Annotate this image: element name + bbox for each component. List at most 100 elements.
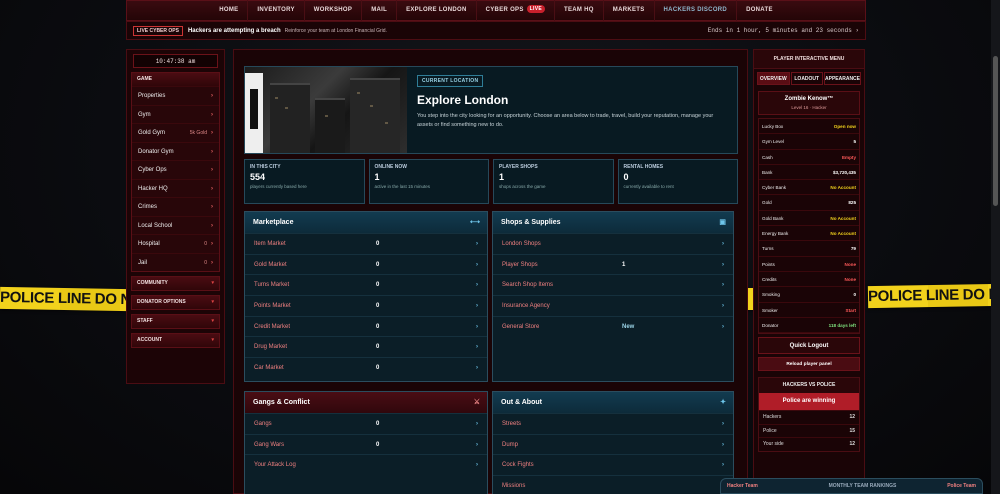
live-badge: LIVE [526,5,545,14]
sidebar-section-header[interactable]: COMMUNITY ▾ [132,277,219,290]
stat-player-shops: PLAYER SHOPS 1 shops across the game [493,159,614,204]
nav-hackers-discord[interactable]: HACKERS DISCORD [655,0,738,21]
sidebar-section-header[interactable]: ACCOUNT ▾ [132,334,219,347]
card-row-london-shops[interactable]: London Shops › [493,233,733,254]
card-row-gangs[interactable]: Gangs 0 › [245,413,487,434]
player-stat-energy-bank[interactable]: Energy Bank No Account [759,226,859,242]
player-profile[interactable]: Zombie Kenow™ Level 16 · Hacker [758,91,860,115]
card-row-value [376,455,476,475]
chevron-right-icon: › [722,261,724,268]
card-header: Shops & Supplies ▣ [493,212,733,233]
card-row-label: Insurance Agency [502,303,550,310]
player-stat-bank[interactable]: Bank $3,720,435 [759,165,859,181]
sidebar-item-local-school[interactable]: Local School › [132,215,219,235]
hvp-row-value: 15 [849,427,855,434]
sidebar-item-cyber-ops[interactable]: Cyber Ops › [132,160,219,179]
player-stat-donator[interactable]: Donator 118 days left [759,318,859,334]
card-row-gang-wars[interactable]: Gang Wars 0 › [245,433,487,455]
sidebar-item-gym[interactable]: Gym › [132,104,219,124]
player-stat-cash[interactable]: Cash Empty [759,150,859,165]
card-row-missions[interactable]: Missions› [493,475,733,494]
card-title: Gangs & Conflict [253,399,310,406]
card-row-your-attack-log[interactable]: Your Attack Log › [245,454,487,475]
player-stat-gym-level[interactable]: Gym Level 5 [759,134,859,150]
ticker-headline: Hackers are attempting a breach [187,27,281,34]
quick-logout-button[interactable]: Quick Logout [758,337,860,355]
sidebar-section-header[interactable]: DONATOR OPTIONS ▾ [132,296,219,309]
card-row-car-market[interactable]: Car Market 0 › [245,357,487,378]
nav-label: EXPLORE LONDON [406,7,467,13]
player-stat-cyber-bank[interactable]: Cyber Bank No Account [759,180,859,196]
chevron-right-icon: › [722,421,724,427]
chevron-right-icon: › [211,222,213,229]
nav-cyber-ops[interactable]: CYBER OPS LIVE [477,0,555,21]
sidebar-item-hacker-hq[interactable]: Hacker HQ › [132,178,219,198]
sidebar-item-label: Crimes [138,204,157,210]
stat-title: RENTAL HOMES [623,164,664,170]
sidebar-item-gold-gym[interactable]: Gold Gym 5k Gold › [132,123,219,142]
nav-donate[interactable]: DONATE [737,0,782,21]
player-stat-value: 825 [848,200,856,206]
sidebar-item-donator-gym[interactable]: Donator Gym › [132,141,219,161]
card-row-insurance-agency[interactable]: Insurance Agency › [493,295,733,316]
card-row-label: Car Market [254,365,284,372]
card-row-credit-market[interactable]: Credit Market 0 › [245,315,487,337]
sidebar-item-crimes[interactable]: Crimes › [132,197,219,216]
chevron-right-icon: › [476,323,478,330]
nav-home[interactable]: HOME [210,0,249,21]
card-row-cock-fights[interactable]: Cock Fights › [493,454,733,475]
card-row-search-shop-items[interactable]: Search Shop Items › [493,274,733,295]
sidebar-item-hospital[interactable]: Hospital 0 › [132,234,219,253]
nav-markets[interactable]: MARKETS [604,0,655,21]
player-stat-smoker[interactable]: Smoker Start [759,303,859,318]
player-stat-turns[interactable]: Turns 79 [759,241,859,257]
monthly-team-rankings-bar[interactable]: Hacker Team MONTHLY TEAM RANKINGS Police… [720,478,983,494]
page-scrollbar[interactable] [991,0,1000,494]
card-row-drug-market[interactable]: Drug Market 0 › [245,336,487,357]
compass-icon: ✦ [720,399,726,406]
card-title: Out & About [501,399,542,406]
nav-team-hq[interactable]: TEAM HQ [555,0,604,21]
card-row-general-store[interactable]: General Store New › [493,315,733,337]
stat-description: shops across the game [499,184,546,189]
player-menu-panel: PLAYER INTERACTIVE MENU OVERVIEW LOADOUT A… [753,49,865,494]
card-row-gold-market[interactable]: Gold Market 0 › [245,253,487,275]
live-ops-ticker[interactable]: LIVE CYBER OPS Hackers are attempting a … [126,21,866,40]
chevron-right-icon: › [476,462,478,469]
chevron-right-icon: › [211,259,213,266]
player-stat-gold[interactable]: Gold 825 [759,195,859,211]
player-stat-lucky-box[interactable]: Lucky Box Open now [759,119,859,135]
player-stat-smoking[interactable]: Smoking 0 [759,287,859,303]
player-stat-gold-bank[interactable]: Gold Bank No Account [759,211,859,227]
scrollbar-thumb[interactable] [993,56,998,206]
nav-mail[interactable]: MAIL [362,0,398,21]
card-row-player-shops[interactable]: Player Shops 1 › [493,253,733,275]
sidebar-item-properties[interactable]: Properties › [132,86,219,105]
tab-loadout[interactable]: LOADOUT [790,72,823,85]
tab-overview[interactable]: OVERVIEW [757,72,790,85]
sidebar-section-header[interactable]: STAFF ▾ [132,315,219,328]
sidebar-section-header[interactable]: GAME [132,73,219,86]
player-stat-credits[interactable]: Credits None [759,272,859,288]
player-stat-points[interactable]: Points None [759,257,859,272]
card-row-item-market[interactable]: Item Market 0 › [245,233,487,254]
nav-explore-london[interactable]: EXPLORE LONDON [397,0,477,21]
card-row-streets[interactable]: Streets › [493,413,733,434]
sidebar-item-label: Hacker HQ [138,185,168,192]
nav-workshop[interactable]: WORKSHOP [305,0,363,21]
card-row-points-market[interactable]: Points Market 0 › [245,295,487,316]
nav-inventory[interactable]: INVENTORY [248,0,305,21]
stat-description: players currently based here [250,184,307,189]
sidebar-section-title: COMMUNITY [137,280,168,286]
sidebar-item-jail[interactable]: Jail 0 › [132,252,219,272]
police-tape-text: POLICE LINE DO NOT CROSS [867,285,1000,306]
card-row-value: 0 [376,241,380,247]
tab-appearance[interactable]: APPEARANCE [824,72,862,85]
nav-label: HACKERS DISCORD [663,7,728,13]
stat-title: ONLINE NOW [374,164,408,170]
reload-panel-button[interactable]: Reload player panel [758,357,860,372]
main-content: CURRENT LOCATION Explore London You step… [233,49,748,494]
card-row-value [622,275,722,295]
card-row-dump[interactable]: Dump › [493,433,733,455]
card-row-turns-market[interactable]: Turns Market 0 › [245,274,487,295]
